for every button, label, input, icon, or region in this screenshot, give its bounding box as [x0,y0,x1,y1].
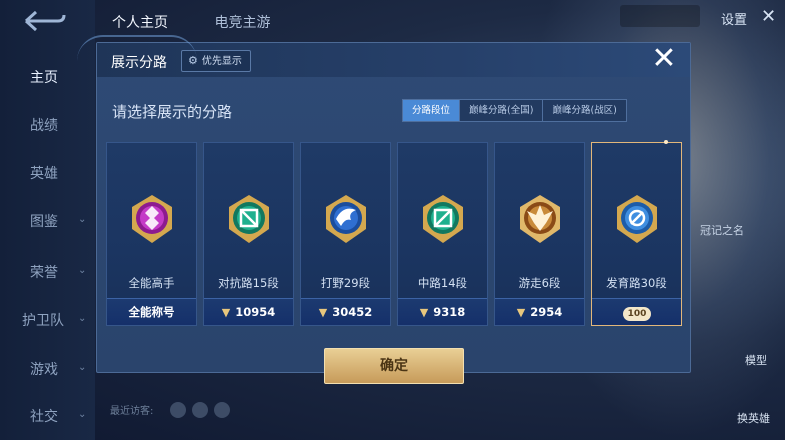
sidebar-item-home[interactable]: 主页 [0,67,95,87]
model-button[interactable]: 模型 [745,352,767,368]
chevron-down-icon: ⌄ [78,409,87,420]
sidebar-item-heroes[interactable]: 英雄 [0,163,95,183]
card-label: 中路14段 [417,276,468,290]
close-icon[interactable]: ✕ [761,6,776,27]
dialog-subtitle: 请选择展示的分路 [112,103,233,121]
card-label: 游走6段 [518,276,561,290]
avatar[interactable] [170,402,186,418]
chevron-down-icon: ⌄ [78,214,87,225]
priority-display-label: 优先显示 [201,56,242,67]
card-footer: ▼ 10954 [204,298,293,325]
hero-skin-label: 冠记之名 [700,224,744,237]
card-label: 打野29段 [320,276,371,290]
avatar[interactable] [192,402,208,418]
chevron-down-icon: ⌄ [78,265,87,276]
dialog-header: 展示分路 ⚙ 优先显示 ✕ [77,35,690,77]
card-points: 30452 [332,305,373,319]
card-label: 对抗路15段 [218,276,279,290]
card-points: 9318 [433,305,466,319]
tab-esports[interactable]: 电竞主游 [214,15,270,31]
status-cluster [620,5,700,27]
card-footer: 全能称号 [107,298,196,325]
tab-peak-national[interactable]: 巅峰分路(全国) [460,100,544,121]
points-icon: ▼ [419,306,429,319]
avatar[interactable] [214,402,230,418]
lane-card-jungle[interactable]: 打野29段 ▼ 30452 [300,142,391,326]
recent-visitors-avatars [170,402,236,422]
card-points: 2954 [530,305,563,319]
dialog-title: 展示分路 [111,55,167,71]
settings-button[interactable]: 设置 [721,9,747,28]
tab-profile[interactable]: 个人主页 [112,15,168,31]
points-icon: ▼ [516,306,526,319]
lane-card-top[interactable]: 对抗路15段 ▼ 10954 [203,142,294,326]
card-label: 全能高手 [128,276,175,290]
lane-card-mid[interactable]: 中路14段 ▼ 9318 [397,142,488,326]
rank-pill: 100 [623,307,651,321]
gear-icon: ⚙ [188,54,198,67]
card-footer: ▼ 2954 [495,298,584,325]
close-dialog-button[interactable]: ✕ [650,44,678,74]
mid-lane-badge-icon [423,195,463,243]
sidebar-item-record[interactable]: 战绩 [0,115,95,135]
card-footer: ▼ 9318 [398,298,487,325]
lane-display-dialog: 展示分路 ⚙ 优先显示 ✕ 请选择展示的分路 分路段位 巅峰分路(全国) 巅峰分路… [77,35,691,384]
lane-card-roam[interactable]: 游走6段 ▼ 2954 [494,142,585,326]
bot-lane-badge-icon [617,195,657,243]
roam-badge-icon [520,195,560,243]
top-tabs: 个人主页 电竞主游 [112,12,312,32]
switch-hero-button[interactable]: 换英雄 [737,410,770,426]
jungle-badge-icon [326,195,366,243]
card-footer: 100 [592,298,681,325]
selection-corner [664,140,668,144]
card-footer: ▼ 30452 [301,298,390,325]
points-icon: ▼ [221,306,231,319]
priority-display-button[interactable]: ⚙ 优先显示 [181,50,251,72]
points-icon: ▼ [318,306,328,319]
lane-type-tabs: 分路段位 巅峰分路(全国) 巅峰分路(战区) [402,99,627,122]
top-lane-badge-icon [229,195,269,243]
tab-peak-region[interactable]: 巅峰分路(战区) [543,100,626,121]
tab-lane-rank[interactable]: 分路段位 [403,100,461,121]
recent-visitors-label: 最近访客: [110,406,154,417]
all-round-badge-icon [132,195,172,243]
lane-card-bot[interactable]: 发育路30段 100 [591,140,682,326]
sidebar: 主页 战绩 英雄 图鉴 ⌄ 荣誉 ⌄ 护卫队 ⌄ 游戏 ⌄ 社交 ⌄ [0,0,95,440]
chevron-down-icon: ⌄ [78,362,87,373]
card-label: 发育路30段 [606,276,667,290]
back-icon[interactable] [22,8,66,34]
card-points: 10954 [235,305,276,319]
lane-card-all-round[interactable]: 全能高手 全能称号 [106,142,197,326]
confirm-button[interactable]: 确定 [324,348,464,384]
chevron-down-icon: ⌄ [78,313,87,324]
